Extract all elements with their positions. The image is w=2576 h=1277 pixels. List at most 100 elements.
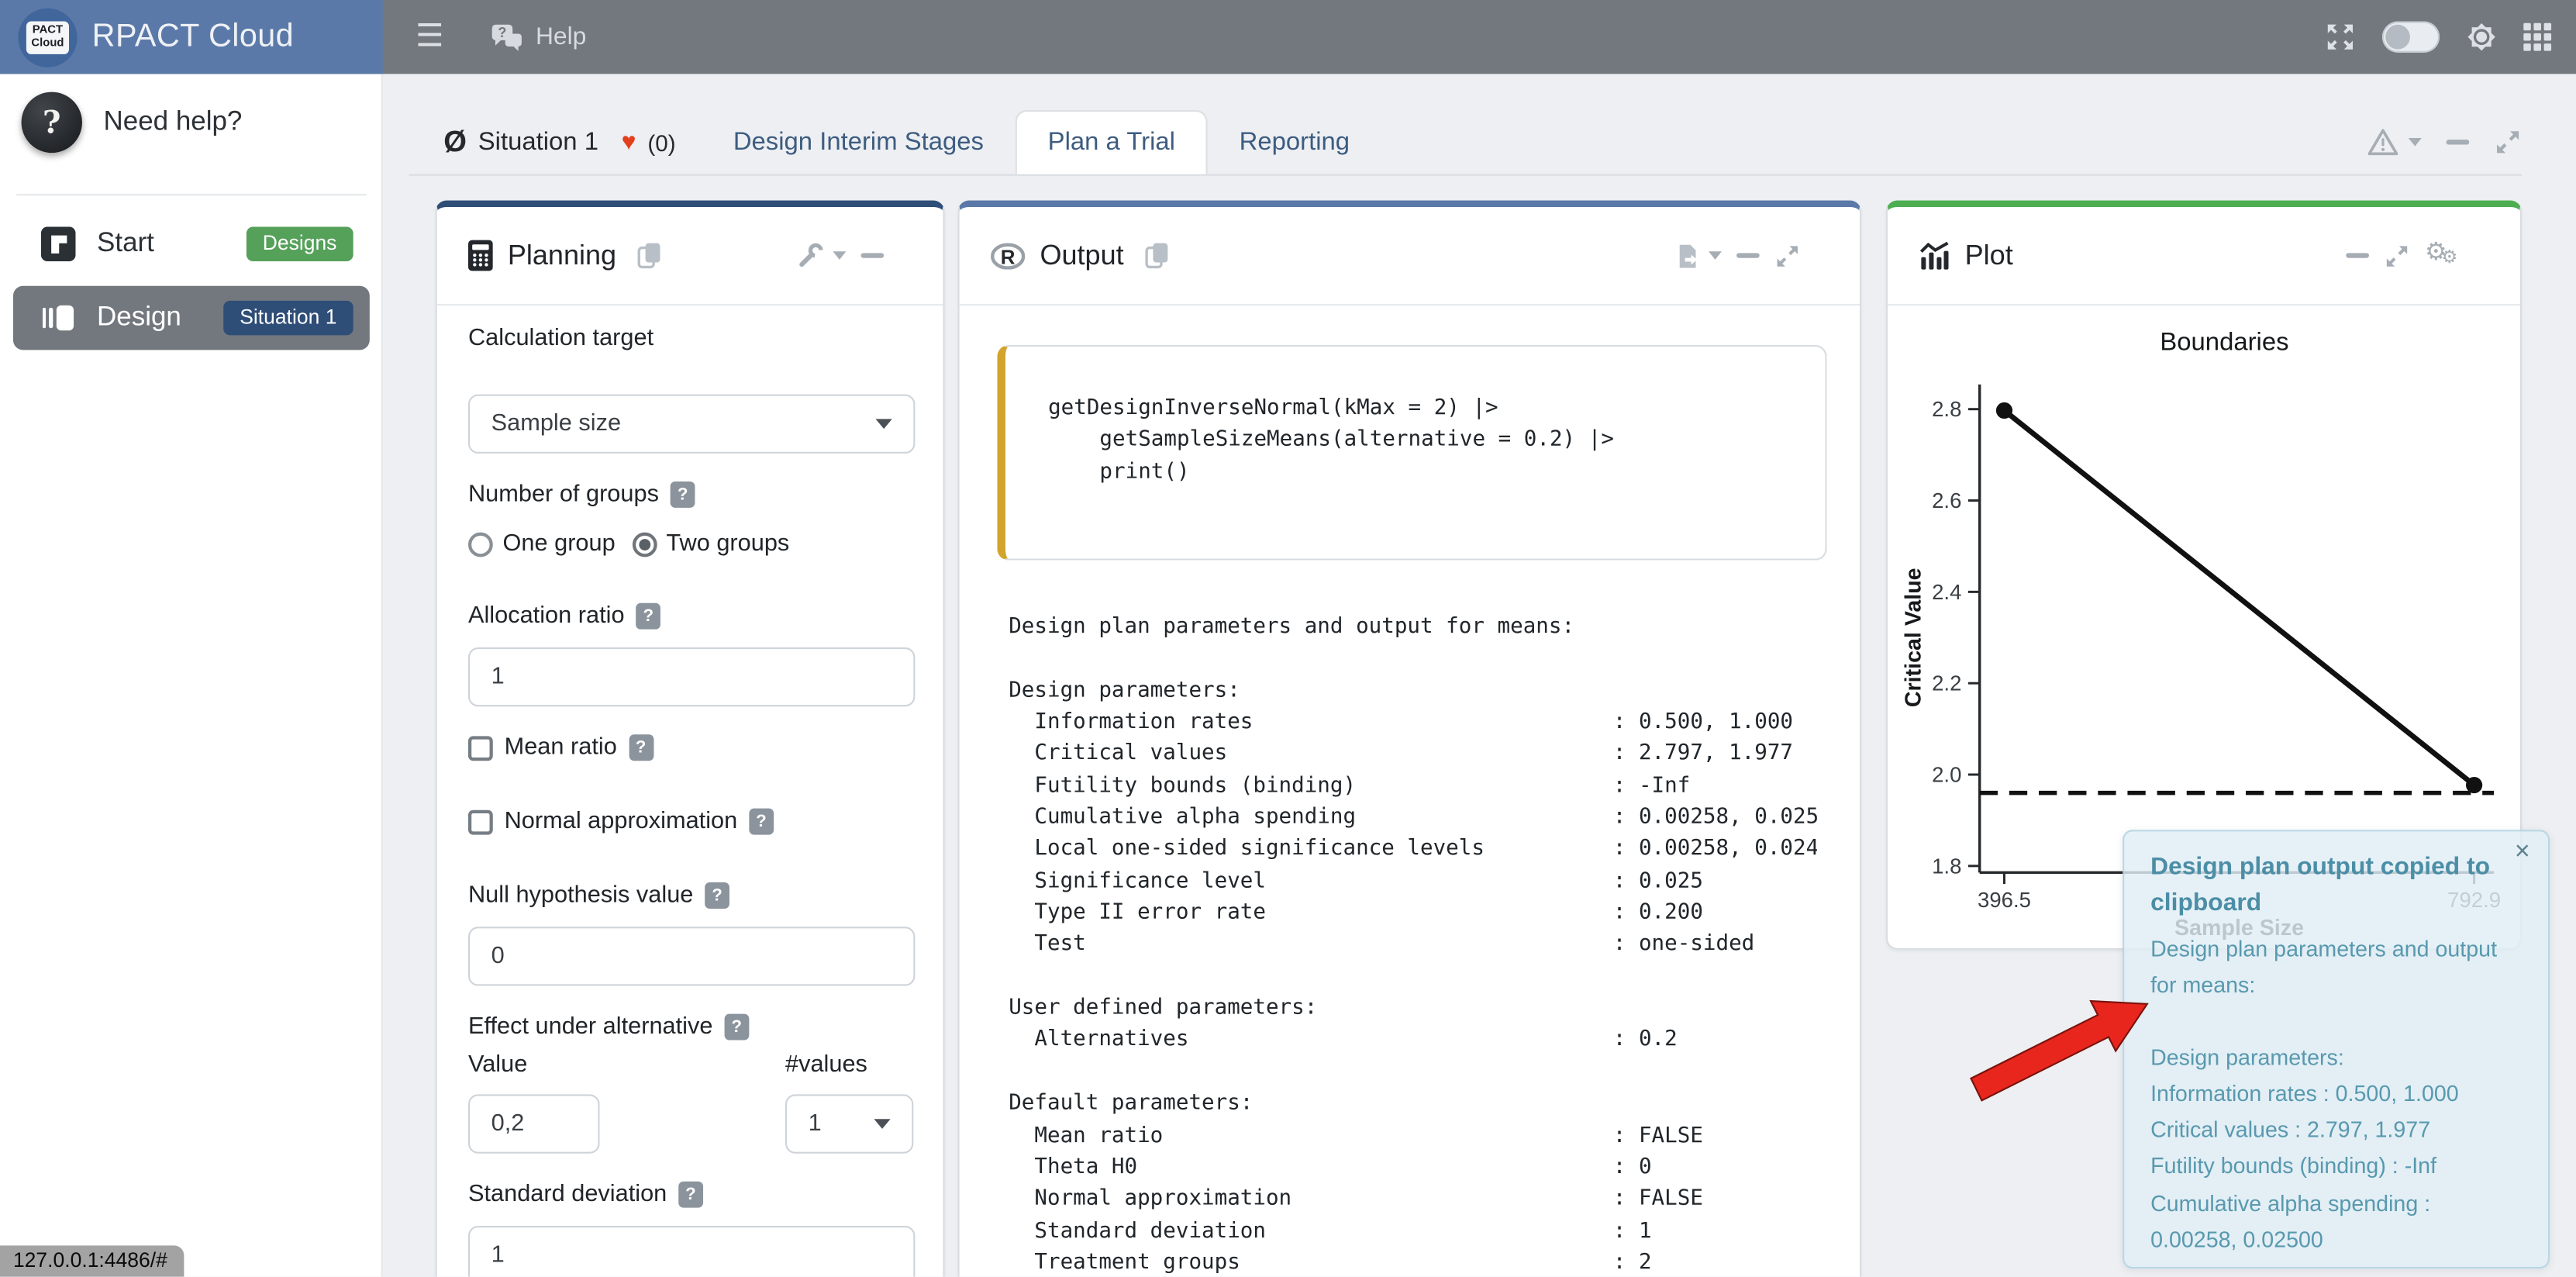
svg-text:1.8: 1.8 bbox=[1932, 854, 1961, 878]
export-dropdown[interactable] bbox=[1678, 243, 1722, 269]
null-hypothesis-input[interactable] bbox=[468, 927, 915, 985]
help-badge[interactable]: ? bbox=[671, 481, 695, 508]
rpact-logo[interactable]: PACT Cloud bbox=[18, 8, 77, 67]
toast-body: Design plan parameters and output for me… bbox=[2150, 932, 2522, 1260]
tab-situation[interactable]: Ø Situation 1 ♥ (0) bbox=[436, 125, 702, 160]
radio-two-groups-label: Two groups bbox=[666, 531, 789, 557]
output-title: Output bbox=[1040, 239, 1123, 271]
tabstrip-line bbox=[409, 174, 2522, 176]
sidebar-item-design[interactable]: Design Situation 1 bbox=[13, 286, 370, 350]
svg-text:396.5: 396.5 bbox=[1978, 888, 2031, 912]
chevron-down-icon bbox=[1709, 251, 1722, 260]
brightness-icon[interactable] bbox=[2466, 22, 2497, 53]
plot-title: Plot bbox=[1965, 239, 2013, 271]
minimize-plot-button[interactable] bbox=[2346, 254, 2369, 257]
expand-plot-icon[interactable] bbox=[2384, 243, 2410, 269]
svg-text:2.0: 2.0 bbox=[1932, 763, 1961, 787]
mean-ratio-checkbox[interactable] bbox=[468, 735, 493, 760]
allocation-ratio-label: Allocation ratio ? bbox=[468, 603, 660, 630]
copy-icon[interactable] bbox=[1145, 242, 1170, 270]
file-export-icon bbox=[1678, 243, 1701, 269]
minimize-output-button[interactable] bbox=[1736, 254, 1760, 257]
plot-settings-button[interactable]: ⚙ ⚙ bbox=[2425, 240, 2461, 270]
minimize-all-button[interactable] bbox=[2447, 140, 2470, 144]
null-hypothesis-label: Null hypothesis value ? bbox=[468, 882, 729, 909]
red-arrow-annotation bbox=[1964, 991, 2160, 1110]
toggle-knob bbox=[2385, 25, 2410, 50]
help-badge[interactable]: ? bbox=[629, 734, 653, 761]
help-badge[interactable]: ? bbox=[636, 603, 660, 630]
calculation-target-label: Calculation target bbox=[468, 326, 653, 352]
tab-design-interim-stages[interactable]: Design Interim Stages bbox=[702, 110, 1016, 174]
help-badge[interactable]: ? bbox=[749, 809, 774, 835]
topbar: PACT Cloud RPACT Cloud ☰ ? Help bbox=[0, 0, 2576, 74]
value-label: Value bbox=[468, 1051, 527, 1078]
help-label: Help bbox=[536, 23, 586, 51]
normal-approximation-row: Normal approximation ? bbox=[468, 809, 774, 835]
sidebar-item-label: Start bbox=[97, 229, 154, 260]
tab-reporting[interactable]: Reporting bbox=[1208, 110, 1381, 174]
allocation-ratio-input[interactable] bbox=[468, 647, 915, 706]
output-panel: R Output bbox=[958, 201, 1862, 1277]
svg-text:2.2: 2.2 bbox=[1932, 671, 1961, 695]
code-text: getDesignInverseNormal(kMax = 2) |> getS… bbox=[1048, 393, 1825, 488]
chevron-down-icon bbox=[876, 419, 892, 429]
expand-output-icon[interactable] bbox=[1774, 243, 1801, 269]
r-language-icon: R bbox=[991, 243, 1026, 269]
designs-badge: Designs bbox=[247, 226, 353, 261]
heart-icon[interactable]: ♥ bbox=[622, 128, 636, 156]
normal-approximation-checkbox[interactable] bbox=[468, 809, 493, 834]
svg-text:2.6: 2.6 bbox=[1932, 488, 1961, 513]
svg-text:2.8: 2.8 bbox=[1932, 397, 1961, 421]
warnings-dropdown[interactable] bbox=[2367, 128, 2422, 156]
grid-apps-icon[interactable] bbox=[2523, 23, 2551, 51]
help-bubble-icon: ? bbox=[490, 22, 525, 52]
svg-text:Critical Value: Critical Value bbox=[1901, 568, 1926, 707]
help-badge[interactable]: ? bbox=[724, 1014, 749, 1041]
expand-all-icon[interactable] bbox=[2494, 128, 2522, 156]
need-help-link[interactable]: ? Need help? bbox=[22, 92, 243, 153]
app-viewport: PACT Cloud RPACT Cloud ☰ ? Help bbox=[0, 0, 2576, 1277]
nvalues-select[interactable]: 1 bbox=[785, 1094, 913, 1153]
help-badge[interactable]: ? bbox=[705, 882, 729, 909]
gear-icon: ⚙ bbox=[2441, 246, 2457, 267]
output-text: Design plan parameters and output for me… bbox=[1009, 611, 1817, 1276]
number-of-groups-label: Number of groups ? bbox=[468, 481, 695, 508]
radio-one-group[interactable] bbox=[468, 532, 493, 557]
standard-deviation-input[interactable] bbox=[468, 1226, 915, 1277]
normal-approximation-label: Normal approximation bbox=[505, 809, 738, 835]
situation-tab-label: Situation 1 bbox=[478, 127, 598, 157]
design-icon bbox=[41, 301, 76, 336]
minimize-planning-button[interactable] bbox=[860, 254, 884, 257]
start-icon bbox=[41, 226, 76, 261]
calculator-icon bbox=[468, 240, 493, 271]
copy-icon[interactable] bbox=[638, 242, 663, 270]
close-icon[interactable]: × bbox=[2515, 840, 2530, 866]
standard-deviation-label: Standard deviation ? bbox=[468, 1182, 703, 1208]
radio-one-group-label: One group bbox=[502, 531, 615, 557]
help-button[interactable]: ? Help bbox=[490, 22, 587, 52]
sidebar: ? Need help? Start Designs Design Situat… bbox=[0, 74, 383, 1276]
groups-radio-group: One group Two groups bbox=[468, 531, 789, 557]
mean-ratio-row: Mean ratio ? bbox=[468, 734, 653, 761]
fullscreen-icon[interactable] bbox=[2325, 22, 2356, 53]
tab-plan-a-trial[interactable]: Plan a Trial bbox=[1015, 110, 1208, 174]
main-content: Ø Situation 1 ♥ (0) Design Interim Stage… bbox=[383, 74, 2576, 1276]
mean-ratio-label: Mean ratio bbox=[505, 734, 617, 761]
need-help-label: Need help? bbox=[104, 107, 243, 138]
nvalues-label: #values bbox=[785, 1051, 867, 1078]
sidebar-item-start[interactable]: Start Designs bbox=[13, 212, 370, 276]
app-title: RPACT Cloud bbox=[92, 18, 294, 56]
r-code-block[interactable]: getDesignInverseNormal(kMax = 2) |> getS… bbox=[997, 345, 1826, 561]
calculation-target-select[interactable]: Sample size bbox=[468, 395, 915, 454]
logo-text-2: Cloud bbox=[31, 37, 64, 50]
effect-value-input[interactable] bbox=[468, 1094, 600, 1153]
radio-two-groups[interactable] bbox=[632, 532, 657, 557]
hamburger-icon[interactable]: ☰ bbox=[416, 18, 443, 56]
planning-title: Planning bbox=[508, 239, 616, 271]
toast-title: Design plan output copied to clipboard bbox=[2150, 850, 2522, 920]
help-badge[interactable]: ? bbox=[678, 1182, 703, 1208]
theme-toggle[interactable] bbox=[2382, 22, 2440, 53]
clipboard-toast: × Design plan output copied to clipboard… bbox=[2123, 830, 2550, 1268]
tools-dropdown[interactable] bbox=[797, 242, 847, 270]
